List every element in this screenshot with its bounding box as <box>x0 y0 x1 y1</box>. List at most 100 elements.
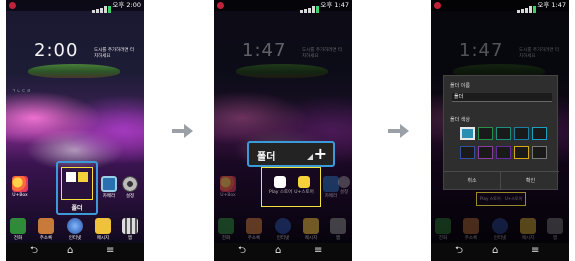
app-camera[interactable]: 카메라 <box>98 176 120 199</box>
phone-screen-1: 오후 2:00 2:00 도시를 추가하려면 터치하세요 ㄱ ㄴ ㄷ ㄹ U+B… <box>6 0 144 261</box>
status-time: 오후 1:47 <box>537 1 566 9</box>
dock-label: 앱 <box>552 236 558 241</box>
home-icon[interactable]: ⌂ <box>492 245 498 257</box>
dock-label: 메시지 <box>96 236 110 241</box>
dock-contacts: 주소록 <box>460 218 482 241</box>
clock-widget: 1:47 <box>459 40 504 61</box>
app-label: U+Box <box>220 193 236 198</box>
clock-widget[interactable]: 2:00 <box>34 40 78 61</box>
dock-label: 인터넷 <box>493 236 507 241</box>
phone-screen-2: 오후 1:47 1:47 도시를 추가하려면 터치하세요 폴더 + Play 스… <box>214 0 352 261</box>
app-label: 설정 <box>339 190 349 195</box>
app-uplus-store[interactable]: U+스토어 <box>293 176 315 195</box>
app-grid-icon <box>330 218 346 234</box>
lg-logo-icon <box>434 2 441 9</box>
dock: 전화 주소록 인터넷 메시지 앱 <box>6 216 144 242</box>
next-step-arrow-icon <box>172 124 193 138</box>
cancel-button[interactable]: 취소 <box>444 172 501 190</box>
dock-label: 전화 <box>221 236 231 241</box>
app-label: Play 스토어 <box>269 190 293 195</box>
menu-icon[interactable]: ≡ <box>106 245 114 257</box>
app-play-store[interactable]: Play 스토어 <box>269 176 293 195</box>
ubox-icon <box>12 176 28 192</box>
app-settings[interactable]: 설정 <box>119 176 141 199</box>
color-swatch[interactable] <box>496 146 511 159</box>
folder-settings-dialog: 폴더 이름 폴더 폴더 색상 취소 확인 <box>443 75 559 190</box>
back-icon[interactable]: ⮌ <box>455 245 463 257</box>
phone-icon <box>10 218 26 234</box>
battery-icon <box>316 6 319 13</box>
app-grid-icon <box>122 218 138 234</box>
folder-icon[interactable] <box>61 167 93 200</box>
dock-label: 주소록 <box>39 236 53 241</box>
dock-apps: 앱 <box>544 218 566 241</box>
lg-logo-icon <box>9 2 16 9</box>
weather-widget-text: 도시를 추가하려면 터치하세요 <box>519 48 560 59</box>
status-bar: 오후 1:47 <box>214 0 352 13</box>
lg-logo-icon <box>217 2 224 9</box>
folder-name-bar[interactable]: 폴더 + <box>247 141 335 167</box>
color-swatch[interactable] <box>478 146 493 159</box>
dock-label: 메시지 <box>521 236 535 241</box>
dock-label: 앱 <box>335 236 341 241</box>
app-ubox: U+Box <box>217 176 239 198</box>
open-folder-area: Play 스토어 U+스토어 <box>476 192 526 206</box>
dock-contacts[interactable]: 주소록 <box>35 218 57 241</box>
dock-phone: 전화 <box>432 218 454 241</box>
home-icon[interactable]: ⌂ <box>275 245 281 257</box>
dock-apps: 앱 <box>327 218 349 241</box>
contacts-icon <box>38 218 54 234</box>
location-label: ㄱ ㄴ ㄷ ㄹ <box>12 88 31 93</box>
app-ubox[interactable]: U+Box <box>9 176 31 198</box>
app-label: 설정 <box>125 194 135 199</box>
folder-name-input[interactable]: 폴더 <box>452 93 552 102</box>
home-icon[interactable]: ⌂ <box>67 245 73 257</box>
app-label: 카메라 <box>102 194 116 199</box>
globe-icon <box>492 218 508 234</box>
color-swatch[interactable] <box>478 127 493 140</box>
dock-label: 전화 <box>438 236 448 241</box>
dock-contacts: 주소록 <box>243 218 265 241</box>
gear-icon <box>122 176 138 192</box>
dock-phone[interactable]: 전화 <box>7 218 29 241</box>
dock-apps[interactable]: 앱 <box>119 218 141 241</box>
play-store-icon <box>274 176 286 188</box>
dock-label: 전화 <box>13 236 23 241</box>
globe-icon <box>275 218 291 234</box>
folder-label: 폴더 <box>71 205 83 212</box>
open-folder-area: Play 스토어 U+스토어 <box>261 167 321 207</box>
dock-label: 메시지 <box>304 236 318 241</box>
contacts-icon <box>246 218 262 234</box>
envelope-icon <box>303 218 319 234</box>
menu-icon[interactable]: ≡ <box>531 245 539 257</box>
app-label: U+스토어 <box>294 190 314 195</box>
dock-internet[interactable]: 인터넷 <box>64 218 86 241</box>
dock-messages[interactable]: 메시지 <box>92 218 114 241</box>
weather-widget-text[interactable]: 도시를 추가하려면 터치하세요 <box>94 48 138 60</box>
color-swatch[interactable] <box>514 127 529 140</box>
back-icon[interactable]: ⮌ <box>238 245 246 257</box>
uplus-store-mini-icon <box>78 172 88 182</box>
color-swatch[interactable] <box>460 146 475 159</box>
status-bar: 오후 1:47 <box>431 0 569 13</box>
status-time: 오후 1:47 <box>320 1 349 9</box>
color-swatch[interactable] <box>532 127 547 140</box>
phone-icon <box>218 218 234 234</box>
confirm-button[interactable]: 확인 <box>502 172 559 190</box>
camera-icon <box>101 176 117 192</box>
menu-icon[interactable]: ≡ <box>314 245 322 257</box>
folder-name-text[interactable]: 폴더 <box>257 148 275 163</box>
app-label: Play 스토어 <box>480 196 501 201</box>
next-step-arrow-icon <box>388 124 409 138</box>
dock-messages: 메시지 <box>517 218 539 241</box>
dock-label: 인터넷 <box>68 236 82 241</box>
add-app-button[interactable]: + <box>314 144 327 164</box>
back-icon[interactable]: ⮌ <box>30 245 38 257</box>
color-swatch[interactable] <box>514 146 529 159</box>
color-swatch[interactable] <box>532 146 547 159</box>
color-swatch[interactable] <box>496 127 511 140</box>
phone-screen-3: 오후 1:47 1:47 도시를 추가하려면 터치하세요 폴더 이름 폴더 폴더… <box>431 0 569 261</box>
clock-widget: 1:47 <box>242 40 287 61</box>
color-swatch-selected[interactable] <box>460 127 475 140</box>
ubox-icon <box>220 176 236 192</box>
